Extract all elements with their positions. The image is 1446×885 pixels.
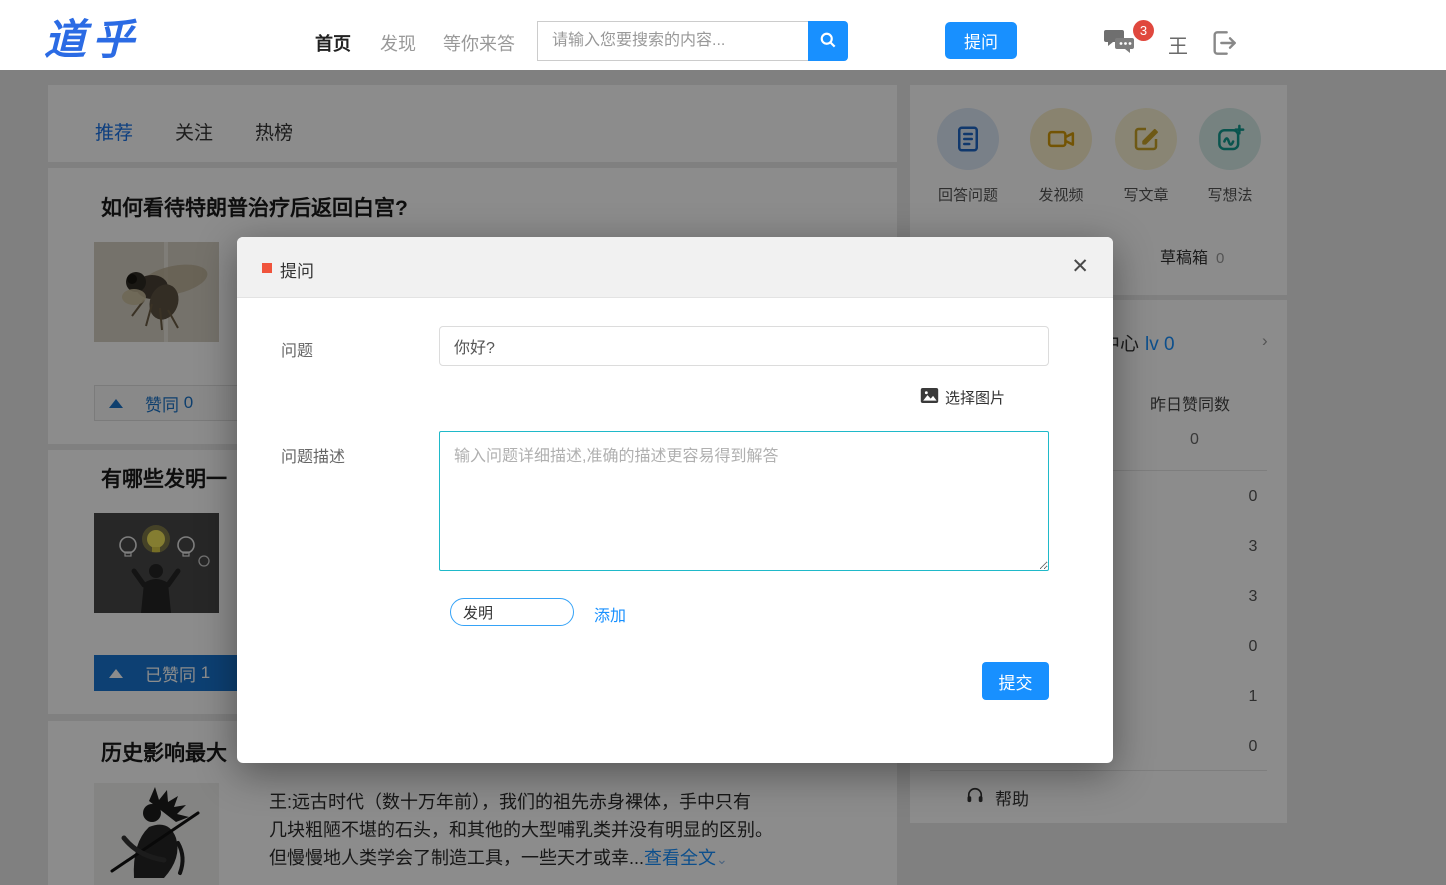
image-icon bbox=[920, 387, 939, 408]
nav-item-home[interactable]: 首页 bbox=[315, 30, 351, 56]
nav-item-waiting-answers[interactable]: 等你来答 bbox=[443, 30, 515, 56]
ask-question-button[interactable]: 提问 bbox=[945, 22, 1017, 59]
page: 道乎 首页 发现 等你来答 提问 3 王 bbox=[0, 0, 1446, 885]
submit-button[interactable]: 提交 bbox=[982, 662, 1049, 700]
messages-button[interactable]: 3 bbox=[1103, 20, 1154, 62]
modal-title: 提问 bbox=[280, 262, 314, 281]
username-link[interactable]: 王 bbox=[1168, 30, 1188, 59]
close-icon[interactable]: ✕ bbox=[1071, 254, 1089, 279]
nav-item-discover[interactable]: 发现 bbox=[380, 30, 416, 56]
top-navbar: 道乎 首页 发现 等你来答 提问 3 王 bbox=[0, 0, 1446, 70]
modal-header: 提问 ✕ bbox=[237, 237, 1113, 298]
search-icon bbox=[818, 30, 838, 53]
question-description-textarea[interactable] bbox=[439, 431, 1049, 571]
site-logo[interactable]: 道乎 bbox=[44, 6, 140, 67]
logout-icon bbox=[1208, 31, 1240, 63]
choose-image-button[interactable]: 选择图片 bbox=[920, 387, 1005, 408]
message-bubbles-icon bbox=[1103, 30, 1139, 62]
logout-button[interactable] bbox=[1208, 27, 1240, 64]
tag-input[interactable] bbox=[450, 598, 574, 626]
description-field-label: 问题描述 bbox=[281, 449, 346, 466]
message-count-badge: 3 bbox=[1133, 20, 1154, 41]
choose-image-label: 选择图片 bbox=[945, 390, 1006, 407]
question-title-input[interactable] bbox=[439, 326, 1049, 366]
search-input[interactable] bbox=[537, 21, 808, 61]
question-field-label: 问题 bbox=[281, 343, 314, 360]
search-button[interactable] bbox=[808, 21, 848, 61]
ask-question-modal: 提问 ✕ 问题 选择图片 问题描述 添加 提交 bbox=[237, 237, 1113, 763]
title-marker bbox=[262, 263, 272, 273]
add-tag-link[interactable]: 添加 bbox=[594, 602, 626, 626]
